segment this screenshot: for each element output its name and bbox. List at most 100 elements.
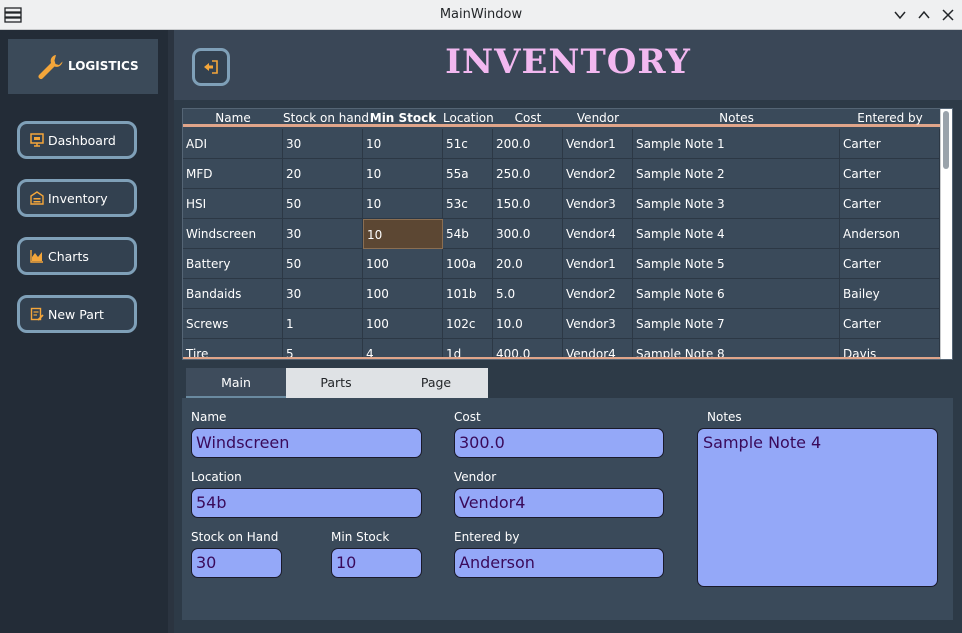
column-header-min-stock[interactable]: Min Stock (363, 111, 443, 125)
cost-field[interactable]: 300.0 (454, 428, 664, 458)
cell-min-stock[interactable]: 100 (363, 279, 443, 309)
cell-notes[interactable]: Sample Note 3 (633, 189, 840, 219)
cell-entered-by[interactable]: Carter (840, 249, 940, 279)
cell-vendor[interactable]: Vendor3 (563, 309, 633, 339)
tab-page[interactable]: Page (386, 368, 486, 398)
cell-location[interactable]: 55a (443, 159, 493, 189)
cell-stock-on-hand[interactable]: 1 (283, 309, 363, 339)
cell-min-stock[interactable]: 100 (363, 309, 443, 339)
sidebar-item-charts[interactable]: Charts (17, 237, 137, 275)
cell-stock-on-hand[interactable]: 30 (283, 219, 363, 249)
table-row[interactable]: Bandaids 30 100 101b 5.0 Vendor2 Sample Note 6… (183, 279, 940, 309)
cell-vendor[interactable]: Vendor1 (563, 249, 633, 279)
cell-stock-on-hand[interactable]: 20 (283, 159, 363, 189)
cell-cost[interactable]: 150.0 (493, 189, 563, 219)
cell-vendor[interactable]: Vendor3 (563, 189, 633, 219)
cell-min-stock[interactable]: 10 (363, 129, 443, 159)
cell-vendor[interactable]: Vendor4 (563, 219, 633, 249)
table-row[interactable]: Battery 50 100 100a 20.0 Vendor1 Sample Note 5… (183, 249, 940, 279)
column-header-vendor[interactable]: Vendor (563, 111, 633, 125)
cell-entered-by[interactable]: Bailey (840, 279, 940, 309)
page-title: INVENTORY (445, 42, 691, 82)
sidebar-item-dashboard[interactable]: Dashboard (17, 121, 137, 159)
table-row[interactable]: MFD 20 10 55a 250.0 Vendor2 Sample Note 2 Carte… (183, 159, 940, 189)
cell-cost[interactable]: 250.0 (493, 159, 563, 189)
cell-vendor[interactable]: Vendor1 (563, 129, 633, 159)
column-header-notes[interactable]: Notes (633, 111, 840, 125)
sidebar-item-new-part[interactable]: New Part (17, 295, 137, 333)
location-label: Location (191, 470, 242, 484)
name-field[interactable]: Windscreen (191, 428, 422, 458)
cell-cost[interactable]: 300.0 (493, 219, 563, 249)
cell-stock-on-hand[interactable]: 50 (283, 249, 363, 279)
scrollbar-thumb[interactable] (943, 111, 949, 169)
column-header-entered-by[interactable]: Entered by (840, 111, 940, 125)
cell-name[interactable]: Windscreen (183, 219, 283, 249)
sidebar-item-inventory[interactable]: Inventory (17, 179, 137, 217)
close-icon[interactable] (939, 6, 957, 24)
new-part-icon (30, 307, 44, 321)
cell-min-stock[interactable]: 10 (363, 159, 443, 189)
cell-cost[interactable]: 20.0 (493, 249, 563, 279)
maximize-icon[interactable] (915, 6, 933, 24)
minimize-icon[interactable] (891, 6, 909, 24)
column-header-name[interactable]: Name (183, 111, 283, 125)
cell-name[interactable]: MFD (183, 159, 283, 189)
cell-name[interactable]: HSI (183, 189, 283, 219)
column-header-cost[interactable]: Cost (493, 111, 563, 125)
cell-name[interactable]: ADI (183, 129, 283, 159)
cell-entered-by[interactable]: Carter (840, 129, 940, 159)
cell-location[interactable]: 54b (443, 219, 493, 249)
cell-min-stock[interactable]: 10 (363, 219, 443, 249)
cell-location[interactable]: 102c (443, 309, 493, 339)
cell-name[interactable]: Battery (183, 249, 283, 279)
column-header-stock[interactable]: Stock on hand (283, 111, 369, 125)
cell-location[interactable]: 101b (443, 279, 493, 309)
location-field[interactable]: 54b (191, 488, 422, 518)
cell-name[interactable]: Bandaids (183, 279, 283, 309)
tab-main[interactable]: Main (186, 368, 286, 398)
entered-by-field[interactable]: Anderson (454, 548, 664, 578)
cell-cost[interactable]: 10.0 (493, 309, 563, 339)
min-stock-field[interactable]: 10 (331, 548, 422, 578)
cell-vendor[interactable]: Vendor2 (563, 159, 633, 189)
vendor-field[interactable]: Vendor4 (454, 488, 664, 518)
cell-location[interactable]: 100a (443, 249, 493, 279)
column-header-location[interactable]: Location (443, 111, 494, 125)
cell-cost[interactable]: 200.0 (493, 129, 563, 159)
name-label: Name (191, 410, 227, 424)
cell-notes[interactable]: Sample Note 1 (633, 129, 840, 159)
cell-entered-by[interactable]: Carter (840, 159, 940, 189)
min-stock-label: Min Stock (331, 530, 390, 544)
notes-field[interactable]: Sample Note 4 (697, 428, 938, 587)
cell-notes[interactable]: Sample Note 5 (633, 249, 840, 279)
cell-entered-by[interactable]: Carter (840, 189, 940, 219)
logo-label: LOGISTICS (68, 59, 139, 73)
table-row[interactable]: Screws 1 100 102c 10.0 Vendor3 Sample Note 7 Ca… (183, 309, 940, 339)
table-row[interactable]: Windscreen 30 10 54b 300.0 Vendor4 Sample Note… (183, 219, 940, 249)
cell-location[interactable]: 51c (443, 129, 493, 159)
cell-location[interactable]: 53c (443, 189, 493, 219)
table-scrollbar[interactable] (940, 109, 952, 359)
inventory-table[interactable]: Name Stock on hand Min Stock Location Co… (182, 108, 953, 360)
cell-vendor[interactable]: Vendor2 (563, 279, 633, 309)
cell-notes[interactable]: Sample Note 7 (633, 309, 840, 339)
dashboard-icon (30, 133, 44, 147)
cell-entered-by[interactable]: Anderson (840, 219, 940, 249)
cell-cost[interactable]: 5.0 (493, 279, 563, 309)
cell-stock-on-hand[interactable]: 30 (283, 129, 363, 159)
table-row[interactable]: HSI 50 10 53c 150.0 Vendor3 Sample Note 3 Carte… (183, 189, 940, 219)
tab-parts[interactable]: Parts (286, 368, 386, 398)
cell-entered-by[interactable]: Carter (840, 309, 940, 339)
table-row[interactable]: ADI 30 10 51c 200.0 Vendor1 Sample Note 1 Carte… (183, 129, 940, 159)
cell-stock-on-hand[interactable]: 30 (283, 279, 363, 309)
cell-notes[interactable]: Sample Note 4 (633, 219, 840, 249)
cell-name[interactable]: Screws (183, 309, 283, 339)
cell-notes[interactable]: Sample Note 2 (633, 159, 840, 189)
cell-stock-on-hand[interactable]: 50 (283, 189, 363, 219)
cell-notes[interactable]: Sample Note 6 (633, 279, 840, 309)
detail-tabs: Main Parts Page (186, 368, 488, 398)
stock-on-hand-field[interactable]: 30 (191, 548, 282, 578)
cell-min-stock[interactable]: 100 (363, 249, 443, 279)
cell-min-stock[interactable]: 10 (363, 189, 443, 219)
